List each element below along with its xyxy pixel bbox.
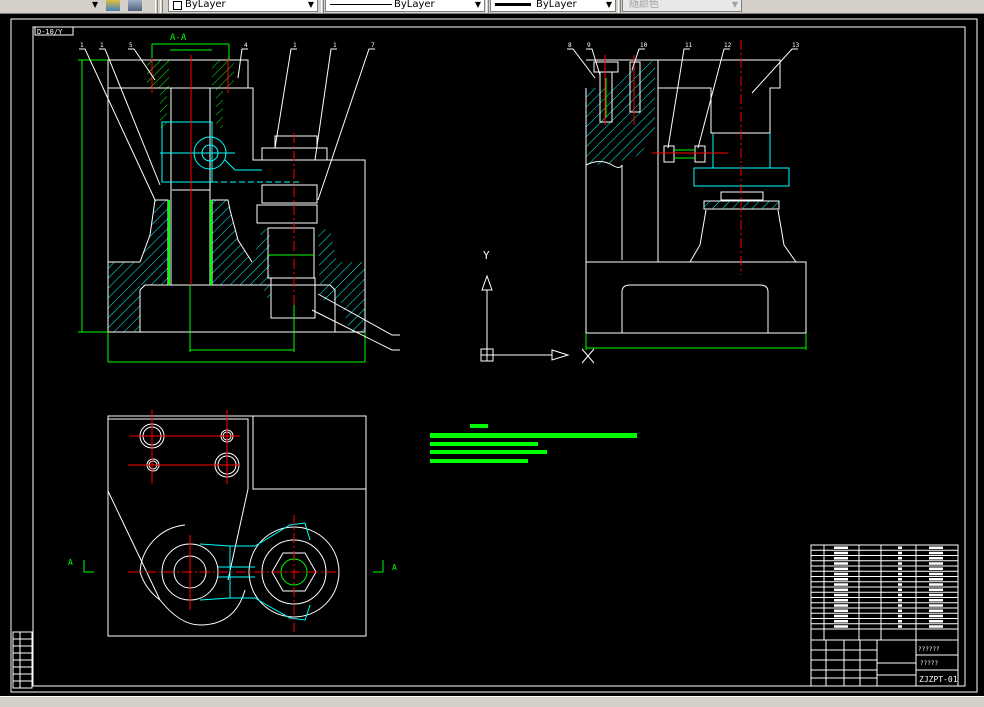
parts-list-text-mark [834,604,848,607]
parts-list-text-mark [834,593,848,597]
parts-list-text-mark [898,588,902,591]
parts-list-text-mark [929,557,943,560]
parts-list-text-mark [898,609,902,612]
parts-list-text-mark [929,567,943,570]
linetype-combo[interactable]: ByLayer ▼ [325,0,485,12]
parts-list-text-mark [898,614,902,618]
parts-list-text-mark [929,599,943,602]
parts-list-text-mark [834,572,848,576]
callout-label: 5 [129,42,133,49]
status-bar [0,696,984,707]
layer-previous-icon[interactable] [128,0,142,11]
linetype-preview [330,4,392,5]
parts-list-text-mark [834,546,848,549]
layer-states-icon[interactable] [106,0,120,11]
callout-label: 1 [333,42,337,49]
parts-list-text-mark [929,546,943,549]
callout-label: 11 [685,42,693,49]
parts-list-text-mark [834,599,848,602]
parts-list-text-mark [834,567,848,570]
parts-list-text-mark [834,551,848,555]
chevron-down-icon: ▼ [307,0,314,9]
parts-list-text-mark [834,620,848,623]
color-combo[interactable]: ByLayer ▼ [168,0,318,12]
section-mark-right: A [392,563,397,572]
chevron-down-icon: ▼ [474,0,481,9]
parts-list-text-mark [898,599,902,602]
parts-list-text-mark [929,572,943,576]
callout-label: 1 [80,42,84,49]
title-line-1: ?????? [918,646,940,653]
callout-label: 10 [640,42,648,49]
linetype-value: ByLayer [394,0,435,10]
parts-list-text-mark [834,583,848,586]
parts-list-text-mark [834,562,848,565]
parts-list-text-mark [834,578,848,581]
parts-list-text-mark [834,625,848,628]
drawing-number: ZJZPT-01 [919,675,958,684]
lineweight-combo[interactable]: ByLayer ▼ [490,0,616,12]
callout-label: 1 [100,42,104,49]
parts-list-text-mark [834,557,848,560]
parts-list-text-mark [898,620,902,623]
callout-label: 9 [587,42,591,49]
parts-list-text-mark [929,604,943,607]
parts-list-text-mark [929,614,943,618]
parts-list-text-mark [834,588,848,591]
plotstyle-value: 随颜色 [629,0,659,10]
ucs-y-label: Y [483,249,490,262]
callout-label: 4 [244,42,248,49]
parts-list-text-mark [834,609,848,612]
parts-list-text-mark [929,588,943,591]
parts-list-text-mark [898,625,902,628]
parts-list-text-mark [898,572,902,576]
color-value: ByLayer [185,0,226,10]
parts-list-text-mark [929,625,943,628]
section-title: A-A [170,33,187,43]
parts-list-text-mark [929,551,943,555]
callout-label: 8 [568,42,572,49]
drawing-canvas[interactable]: D-10/Y A-A 1 1 5 4 1 1 7 8 9 10 11 12 13… [0,14,984,696]
title-line-2: ????? [920,660,938,667]
parts-list-text-mark [898,604,902,607]
lineweight-preview [495,3,531,6]
callout-label: 7 [371,42,375,49]
parts-list-text-mark [929,609,943,612]
parts-list-text-mark [898,567,902,570]
parts-list-text-mark [929,562,943,565]
parts-list-text-mark [898,593,902,597]
parts-list-text-mark [898,557,902,560]
parts-list-text-mark [929,578,943,581]
parts-list-text-mark [898,578,902,581]
callout-label: 1 [293,42,297,49]
parts-list-text-mark [898,583,902,586]
section-mark-left: A [68,558,73,567]
plotstyle-combo: 随颜色 ▼ [622,0,742,12]
parts-list-text-mark [898,546,902,549]
parts-list-text-mark [929,593,943,597]
dropdown-arrow-icon[interactable]: ▼ [92,0,98,9]
callout-label: 12 [724,42,732,49]
chevron-down-icon: ▼ [605,0,612,9]
view-label: D-10/Y [37,28,63,36]
lineweight-value: ByLayer [536,0,577,10]
properties-toolbar: ▼ ByLayer ▼ ByLayer ▼ ByLayer ▼ 随颜色 ▼ [0,0,984,14]
parts-list-text-mark [929,583,943,586]
parts-list-text-mark [898,551,902,555]
parts-list-text-mark [929,620,943,623]
color-swatch-icon [173,1,182,10]
chevron-down-icon: ▼ [731,0,738,9]
parts-list-text-mark [834,614,848,618]
callout-label: 13 [792,42,800,49]
parts-list-text-mark [898,562,902,565]
